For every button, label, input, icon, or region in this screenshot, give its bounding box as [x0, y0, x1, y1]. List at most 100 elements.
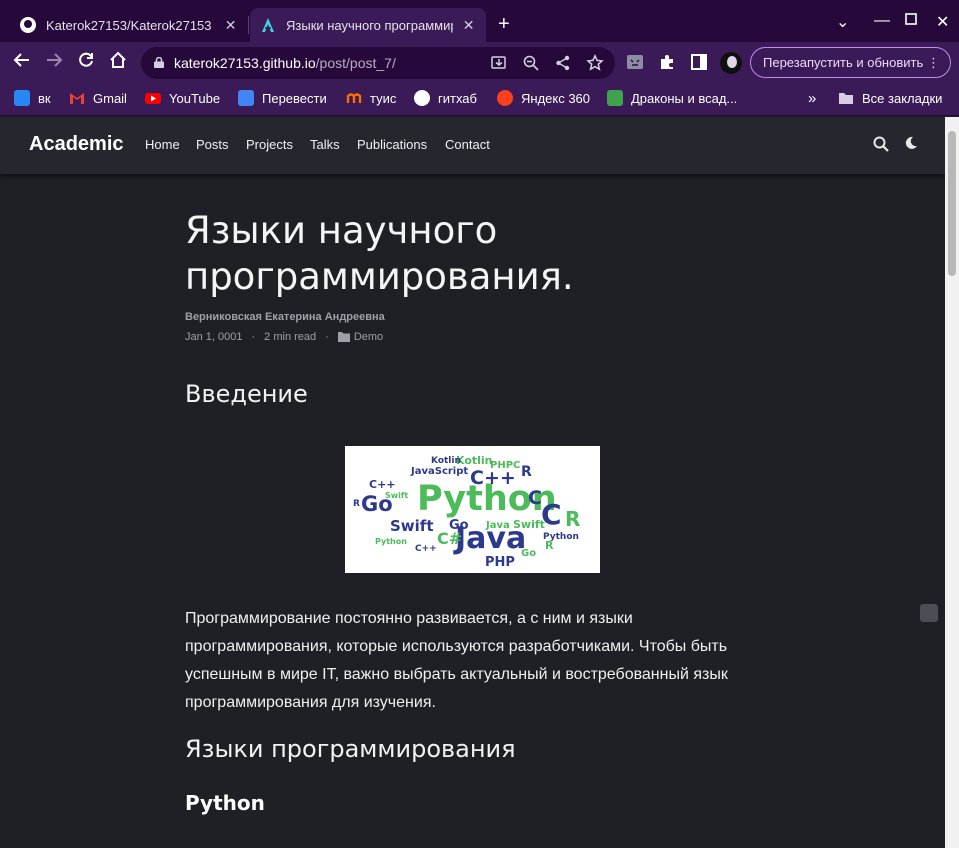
nav-link-posts[interactable]: Posts	[196, 137, 229, 152]
profile-avatar[interactable]	[720, 52, 742, 74]
nav-link-talks[interactable]: Talks	[310, 137, 340, 152]
svg-text:Go: Go	[449, 518, 469, 533]
intro-paragraph: Программирование постоянно развивается, …	[185, 610, 728, 711]
maximize-icon[interactable]	[905, 12, 917, 30]
tuis-icon	[346, 93, 362, 103]
tab-github[interactable]: Katerok27153/Katerok27153 ✕	[10, 8, 248, 42]
svg-text:Swift: Swift	[385, 491, 408, 500]
nav-link-projects[interactable]: Projects	[246, 137, 293, 152]
svg-text:JavaScript: JavaScript	[410, 466, 468, 477]
tab-strip: Katerok27153/Katerok27153 ✕ Языки научно…	[0, 0, 959, 42]
url-text: katerok27153.github.io/post/post_7/	[174, 55, 396, 71]
page-scrollbar[interactable]	[945, 117, 959, 848]
bookmark-vk[interactable]: вк	[14, 90, 51, 106]
bookmark-tuis[interactable]: туис	[346, 90, 396, 106]
svg-text:Swift: Swift	[390, 517, 434, 535]
close-icon[interactable]: ✕	[223, 17, 238, 34]
url-host: katerok27153.github.io	[174, 55, 316, 71]
all-bookmarks-label: Все закладки	[862, 90, 943, 106]
dark-mode-moon-icon[interactable]	[904, 136, 918, 150]
more-bookmarks-chevron-icon[interactable]: »	[808, 90, 816, 107]
bookmark-label: Перевести	[262, 90, 327, 106]
bookmark-label: туис	[370, 90, 397, 106]
svg-text:C++: C++	[369, 478, 396, 491]
bookmark-label: вк	[38, 90, 51, 106]
site-navbar: Academic Home Posts Projects Talks Publi…	[0, 117, 945, 174]
side-panel-icon[interactable]	[690, 53, 708, 71]
web-page: Academic Home Posts Projects Talks Publi…	[0, 117, 945, 848]
post-category-link[interactable]: Demo	[354, 331, 383, 343]
share-icon[interactable]	[554, 54, 572, 72]
bookmark-label: гитхаб	[438, 90, 477, 106]
tab-separator	[248, 16, 249, 34]
new-tab-button[interactable]: +	[498, 13, 510, 35]
zoom-icon[interactable]	[522, 54, 540, 72]
nav-link-home[interactable]: Home	[145, 137, 180, 152]
svg-text:PHPC: PHPC	[490, 460, 520, 471]
site-brand[interactable]: Academic	[29, 133, 124, 156]
svg-text:Python: Python	[375, 537, 407, 546]
folder-icon	[337, 332, 350, 342]
folder-icon	[839, 93, 853, 104]
github-icon	[20, 17, 36, 33]
minimize-icon[interactable]: —	[874, 12, 890, 30]
window-close-icon[interactable]: ✕	[936, 12, 949, 32]
bookmark-gmail[interactable]: Gmail	[69, 90, 127, 106]
section-heading-languages: Языки программирования	[185, 735, 516, 763]
bookmark-translate[interactable]: Перевести	[238, 90, 327, 106]
lock-icon[interactable]	[154, 57, 164, 68]
install-app-icon[interactable]	[490, 54, 508, 72]
forward-button[interactable]	[42, 51, 66, 75]
scroll-thumb[interactable]	[948, 131, 956, 276]
close-icon[interactable]: ✕	[461, 17, 476, 34]
post-read-time: 2 min read	[264, 331, 317, 343]
home-button[interactable]	[106, 51, 130, 75]
section-heading-python: Python	[185, 791, 265, 815]
floating-extension-icon[interactable]	[920, 604, 938, 622]
yandex360-icon	[497, 90, 513, 106]
vk-icon	[14, 90, 30, 106]
svg-text:C++: C++	[415, 544, 437, 554]
bookmarks-bar: вк Gmail YouTube Перевести туис гитхаб Я…	[0, 83, 959, 116]
menu-dots-icon[interactable]: ⋮	[927, 48, 940, 77]
bookmark-label: Gmail	[93, 90, 127, 106]
relaunch-label: Перезапустить и обновить	[763, 55, 924, 70]
section-heading-intro: Введение	[185, 380, 308, 408]
reload-button[interactable]	[74, 51, 98, 75]
meta-separator: ·	[251, 331, 256, 343]
tab-active-post[interactable]: Языки научного программирования ✕	[250, 8, 486, 42]
bookmark-label: Драконы и всад...	[631, 90, 738, 106]
post-author[interactable]: Верниковская Екатерина Андреевна	[185, 311, 385, 323]
star-icon[interactable]	[586, 54, 604, 72]
nav-link-contact[interactable]: Contact	[445, 137, 490, 152]
svg-text:Kotlin: Kotlin	[431, 456, 461, 466]
address-bar[interactable]: katerok27153.github.io/post/post_7/	[141, 47, 615, 79]
nav-link-publications[interactable]: Publications	[357, 137, 427, 152]
relaunch-update-button[interactable]: Перезапустить и обновить ⋮	[750, 47, 951, 78]
bookmark-youtube[interactable]: YouTube	[145, 90, 220, 106]
svg-text:PHP: PHP	[485, 555, 515, 570]
bookmark-github[interactable]: гитхаб	[414, 90, 477, 106]
url-path: /post/post_7/	[315, 55, 396, 71]
extensions-puzzle-icon[interactable]	[658, 53, 676, 71]
extension-ghost-icon[interactable]	[626, 53, 644, 71]
github-icon	[414, 90, 430, 106]
svg-text:R: R	[353, 499, 360, 509]
youtube-icon	[145, 93, 161, 104]
svg-text:Go: Go	[521, 548, 536, 559]
bookmark-dragons[interactable]: Драконы и всад...	[607, 90, 737, 106]
search-icon[interactable]	[873, 136, 889, 152]
tab-search-icon[interactable]: ⌄	[836, 12, 849, 32]
dragons-icon	[607, 90, 623, 106]
word-cloud-image: Python Java C++ C R Go Swift C# PHP Kotl…	[345, 446, 600, 573]
translate-icon	[238, 90, 254, 106]
tab-title: Языки научного программирования	[286, 17, 453, 33]
meta-separator: ·	[325, 331, 329, 343]
svg-text:R: R	[521, 464, 532, 480]
all-bookmarks-button[interactable]: Все закладки	[838, 90, 942, 106]
page-title: Языки научного программирования.	[185, 209, 574, 298]
back-button[interactable]	[10, 51, 34, 75]
browser-toolbar: katerok27153.github.io/post/post_7/ Пере…	[0, 42, 959, 83]
bookmark-yandex360[interactable]: Яндекс 360	[497, 90, 590, 106]
post-date: Jan 1, 0001	[185, 331, 243, 343]
